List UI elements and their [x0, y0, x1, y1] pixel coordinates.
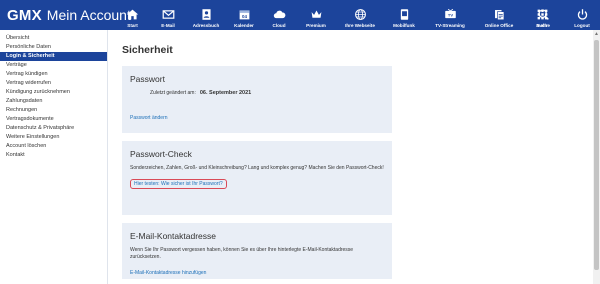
nav-online-office[interactable]: Online Office: [476, 0, 522, 30]
gmx-logo: GMX: [7, 6, 42, 24]
nav-kalender[interactable]: 04 Kalender: [226, 0, 262, 30]
search-icon: [536, 7, 550, 21]
sidebar-item-vertraege[interactable]: Verträge: [0, 61, 107, 70]
sidebar-item-vertrag-widerrufen[interactable]: Vertrag widerrufen: [0, 79, 107, 88]
scrollbar-thumb[interactable]: [594, 40, 599, 270]
nav-label: Start: [127, 23, 138, 28]
sidebar-item-login-sicherheit[interactable]: Login & Sicherheit: [0, 52, 107, 61]
brand[interactable]: GMX Mein Account: [0, 6, 131, 24]
nav-label: Online Office: [484, 23, 514, 28]
tv-icon: TV: [443, 7, 457, 21]
sidebar-item-weitere-einstellungen[interactable]: Weitere Einstellungen: [0, 133, 107, 142]
sidebar-item-persoenliche-daten[interactable]: Persönliche Daten: [0, 43, 107, 52]
nav-label: Premium: [306, 23, 326, 28]
nav-label: TV-Streaming: [435, 23, 465, 28]
nav-label: Adressbuch: [192, 23, 220, 28]
nav-tv-streaming[interactable]: TV TV-Streaming: [424, 0, 476, 30]
add-email-contact-link[interactable]: E-Mail-Kontaktadresse hinzufügen: [130, 270, 206, 276]
password-changed-date: 06. September 2021: [199, 90, 252, 96]
sidebar-item-uebersicht[interactable]: Übersicht: [0, 34, 107, 43]
sidebar-item-vertragsdokumente[interactable]: Vertragsdokumente: [0, 115, 107, 124]
sidebar-item-zahlungsdaten[interactable]: Zahlungsdaten: [0, 97, 107, 106]
calendar-icon: 04: [237, 7, 251, 21]
nav-label: Ihre Webseite: [345, 23, 375, 28]
change-password-link[interactable]: Passwort ändern: [130, 115, 168, 121]
power-icon: [575, 7, 589, 21]
nav-label: Mobilfunk: [393, 23, 415, 28]
nav-label: Logout: [574, 23, 590, 28]
mail-icon: [161, 7, 175, 21]
mobile-icon: [397, 7, 411, 21]
sidebar-item-account-loeschen[interactable]: Account löschen: [0, 142, 107, 151]
sidebar: Übersicht Persönliche Daten Login & Sich…: [0, 30, 107, 284]
address-book-icon: [199, 7, 213, 21]
sidebar-item-kontakt[interactable]: Kontakt: [0, 151, 107, 160]
nav-label: E-Mail: [161, 23, 175, 28]
password-heading: Passwort: [130, 74, 165, 84]
password-card: Passwort Zuletzt geändert am: 06. Septemb…: [122, 66, 392, 133]
password-check-card: Passwort-Check Sonderzeichen, Zahlen, Gr…: [122, 141, 392, 215]
scroll-up-icon[interactable]: ▲: [593, 30, 600, 38]
main-content: Sicherheit Passwort Zuletzt geändert am:…: [107, 30, 593, 284]
svg-text:TV: TV: [447, 12, 452, 17]
cloud-icon: [272, 7, 286, 21]
password-check-text: Sonderzeichen, Zahlen, Groß- und Kleinsc…: [130, 165, 384, 171]
nav-label: Kalender: [234, 23, 254, 28]
top-bar: GMX Mein Account Start E-Mail Adressbuch…: [0, 0, 600, 30]
password-changed-label: Zuletzt geändert am:: [150, 90, 196, 96]
nav-label: Suche: [536, 23, 550, 28]
crown-icon: [309, 7, 323, 21]
search-button[interactable]: Suche: [522, 0, 564, 30]
nav-adressbuch[interactable]: Adressbuch: [186, 0, 226, 30]
sidebar-item-vertrag-kuendigen[interactable]: Vertrag kündigen: [0, 70, 107, 79]
email-contact-heading: E-Mail-Kontaktadresse: [130, 231, 216, 241]
nav-webseite[interactable]: Ihre Webseite: [336, 0, 384, 30]
email-contact-text: Wenn Sie Ihr Passwort vergessen haben, k…: [130, 247, 354, 260]
password-changed-row: Zuletzt geändert am: 06. September 2021: [150, 90, 384, 96]
svg-text:04: 04: [242, 13, 247, 18]
nav-label: Cloud: [272, 23, 286, 28]
header-actions: Suche Logout: [522, 0, 600, 30]
nav-cloud[interactable]: Cloud: [262, 0, 296, 30]
main-nav: Start E-Mail Adressbuch 04 Kalender Clou…: [115, 0, 562, 30]
nav-premium[interactable]: Premium: [296, 0, 336, 30]
scrollbar[interactable]: ▲: [593, 30, 600, 284]
globe-icon: [353, 7, 367, 21]
password-check-heading: Passwort-Check: [130, 149, 192, 159]
nav-start[interactable]: Start: [115, 0, 150, 30]
nav-email[interactable]: E-Mail: [150, 0, 186, 30]
logout-button[interactable]: Logout: [564, 0, 600, 30]
sidebar-item-rechnungen[interactable]: Rechnungen: [0, 106, 107, 115]
sidebar-item-kuendigung-zuruecknehmen[interactable]: Kündigung zurücknehmen: [0, 88, 107, 97]
home-icon: [126, 7, 140, 21]
password-check-link[interactable]: Hier testen: Wie sicher ist Ihr Passwort…: [130, 179, 227, 189]
email-contact-card: E-Mail-Kontaktadresse Wenn Sie Ihr Passw…: [122, 223, 392, 279]
office-icon: [492, 7, 506, 21]
page-title: Sicherheit: [122, 44, 173, 56]
nav-mobilfunk[interactable]: Mobilfunk: [384, 0, 424, 30]
sidebar-item-datenschutz[interactable]: Datenschutz & Privatsphäre: [0, 124, 107, 133]
